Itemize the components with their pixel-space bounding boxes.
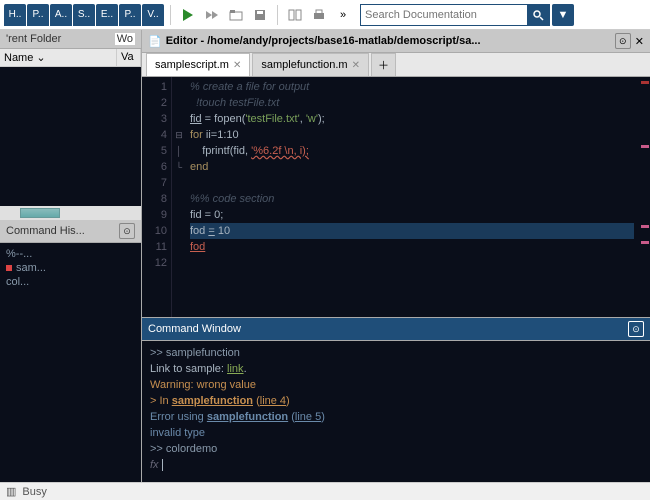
folder-body[interactable] [0,67,141,206]
panel-menu-icon[interactable]: ⊙ [119,223,135,239]
folder-columns: Name ⌄ Va [0,49,141,67]
editor-tabs: samplescript.m✕ samplefunction.m✕ ＋ [142,53,650,77]
history-body[interactable]: %--... sam... col... [0,243,141,482]
print-button[interactable] [308,4,330,26]
save-button[interactable] [249,4,271,26]
history-item[interactable]: sam... [6,261,135,275]
trace-link[interactable]: line 5 [295,411,321,423]
close-icon[interactable]: ✕ [635,35,644,48]
editor-body[interactable]: 123456789101112 ⊟│└ % create a file for … [142,77,650,317]
main-toolbar: H.. P.. A.. S.. E.. P.. V.. » ▼ [0,0,650,30]
history-item[interactable]: %--... [6,247,135,261]
open-button[interactable] [225,4,247,26]
close-tab-icon[interactable]: ✕ [352,60,360,71]
command-history-panel: Command His... ⊙ %--... sam... col... [0,220,141,482]
command-window-panel: Command Window ⊙ >> samplefunction Link … [142,317,650,482]
ribbon-tab[interactable]: V.. [142,4,164,26]
panel-menu-icon[interactable]: ⊙ [628,321,644,337]
editor-tab[interactable]: samplescript.m✕ [146,53,250,76]
separator [170,5,171,25]
command-input[interactable] [163,458,642,472]
fold-icon[interactable]: ⊟ [172,127,186,143]
status-bar: ▥ Busy [0,482,650,500]
link[interactable]: link [227,363,244,375]
more-button[interactable]: » [332,4,354,26]
new-tab-button[interactable]: ＋ [371,53,396,76]
current-folder-panel: 'rent Folder Wo Name ⌄ Va [0,30,141,220]
panel-menu-icon[interactable]: ⊙ [615,33,631,49]
layout-icon[interactable]: ▥ [6,485,16,498]
history-title: Command His... [6,225,85,237]
marker-column [638,77,650,317]
fx-icon[interactable]: fx [150,457,159,473]
ribbon-tabs: H.. P.. A.. S.. E.. P.. V.. [4,4,164,26]
history-header[interactable]: Command His... ⊙ [0,220,141,243]
ribbon-tab[interactable]: P.. [27,4,49,26]
line-gutter: 123456789101112 [142,77,172,317]
status-text: Busy [22,486,46,498]
editor-tab[interactable]: samplefunction.m✕ [252,53,369,76]
col-value[interactable]: Va [117,49,141,66]
close-tab-icon[interactable]: ✕ [233,60,241,71]
history-item[interactable]: col... [6,275,135,289]
folder-header[interactable]: 'rent Folder Wo [0,30,141,49]
main-area: 'rent Folder Wo Name ⌄ Va Command His...… [0,30,650,482]
trace-link[interactable]: samplefunction [172,395,253,407]
ribbon-tab[interactable]: E.. [96,4,118,26]
editor-icon: 📄 [148,35,162,48]
right-column: 📄 Editor - /home/andy/projects/base16-ma… [142,30,650,482]
command-window-header[interactable]: Command Window ⊙ [142,318,650,341]
search-button[interactable] [527,5,549,25]
ribbon-tab[interactable]: S.. [73,4,95,26]
editor-title: Editor - /home/andy/projects/base16-matl… [166,35,611,47]
fold-column: ⊟│└ [172,77,186,317]
command-window-title: Command Window [148,323,241,335]
folder-scrollbar[interactable] [0,206,141,220]
step-button[interactable] [201,4,223,26]
folder-title: 'rent Folder [6,33,61,45]
col-name[interactable]: Name ⌄ [0,49,117,66]
ribbon-tab[interactable]: P.. [119,4,141,26]
ribbon-tab[interactable]: H.. [4,4,26,26]
editor-header: 📄 Editor - /home/andy/projects/base16-ma… [142,30,650,53]
search-box [360,4,550,26]
folder-extra: Wo [115,33,135,45]
ribbon-tab[interactable]: A.. [50,4,72,26]
dropdown-button[interactable]: ▼ [552,4,574,26]
left-column: 'rent Folder Wo Name ⌄ Va Command His...… [0,30,142,482]
trace-link[interactable]: line 4 [260,395,286,407]
separator [277,5,278,25]
search-input[interactable] [361,9,527,21]
run-button[interactable] [177,4,199,26]
code-area[interactable]: % create a file for output !touch testFi… [186,77,638,317]
command-window-body[interactable]: >> samplefunction Link to sample: link. … [142,341,650,482]
compare-button[interactable] [284,4,306,26]
trace-link[interactable]: samplefunction [207,411,288,423]
